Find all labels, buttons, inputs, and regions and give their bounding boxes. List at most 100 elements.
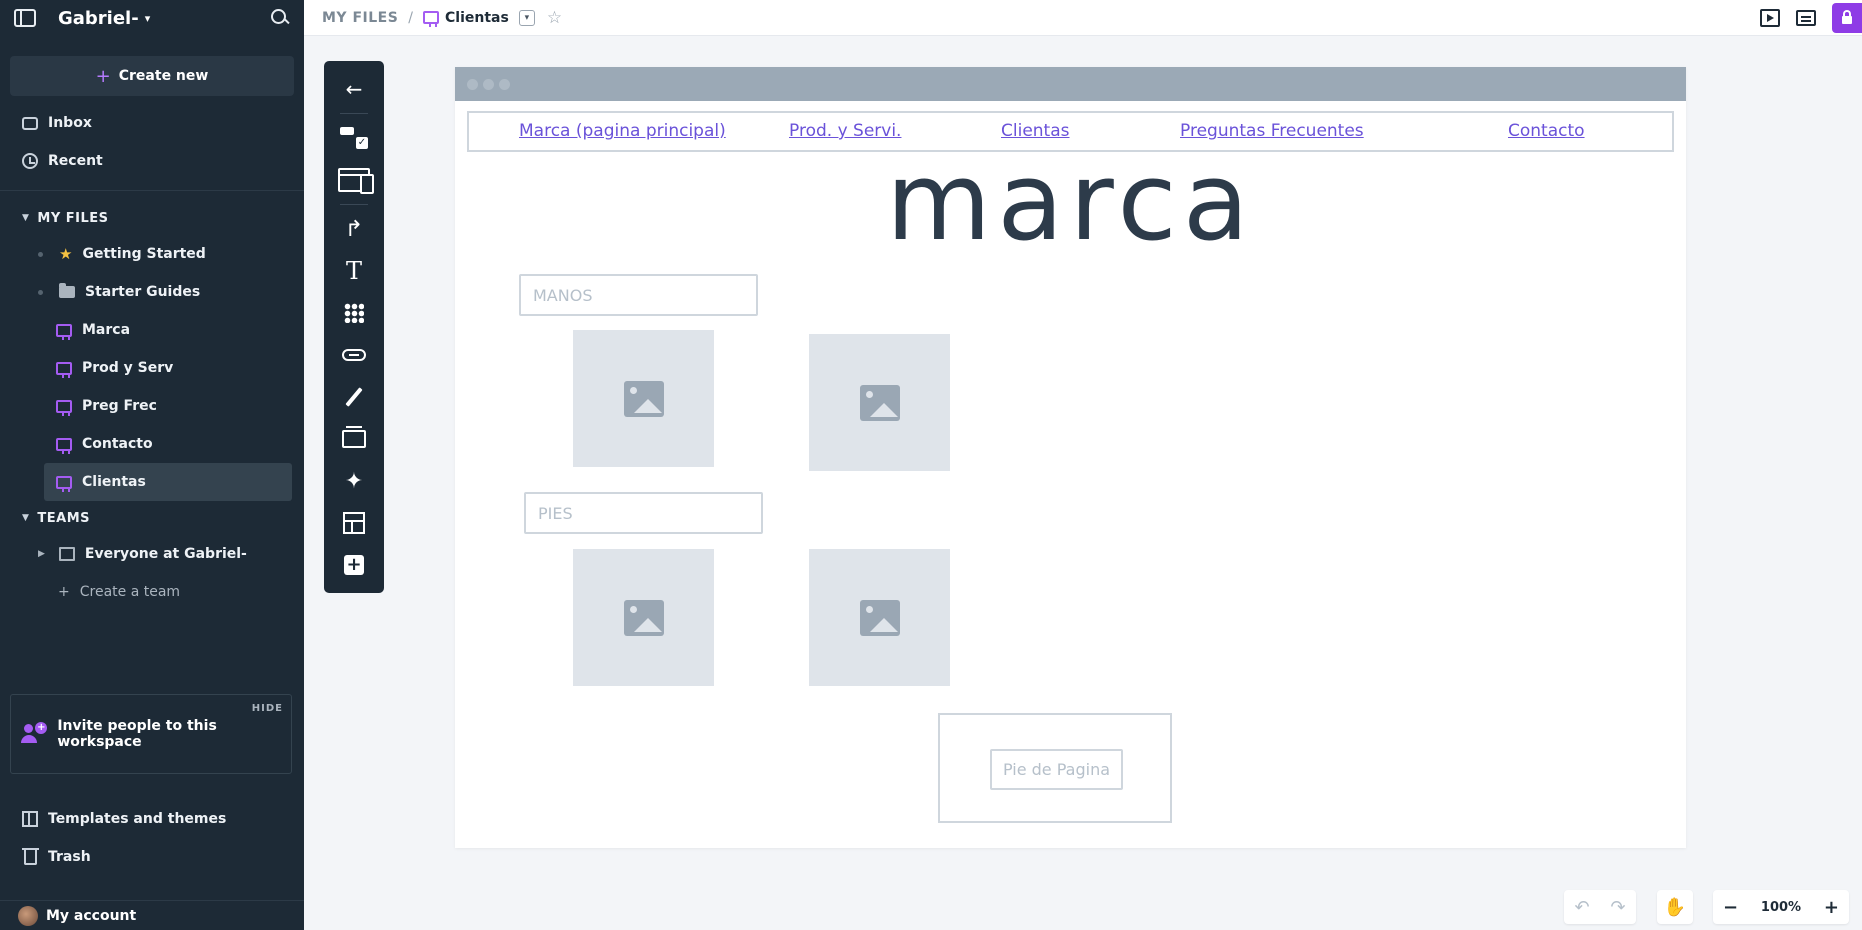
text-tool-icon[interactable]: T — [334, 251, 374, 291]
container-icon[interactable] — [334, 419, 374, 459]
nav-link-prod-servi[interactable]: Prod. y Servi. — [789, 121, 901, 141]
team-everyone[interactable]: ▶ Everyone at Gabriel- — [0, 535, 292, 573]
zoom-level[interactable]: 100% — [1761, 900, 1801, 915]
workspace-switcher[interactable]: Gabriel- ▾ — [58, 8, 150, 29]
comments-icon[interactable] — [1796, 9, 1816, 26]
toggle-sidebar-icon[interactable] — [14, 9, 36, 27]
file-label: Preg Frec — [82, 398, 157, 414]
link-icon[interactable] — [334, 335, 374, 375]
clock-icon — [22, 153, 38, 169]
zoom-out-button[interactable]: − — [1723, 897, 1738, 918]
image-placeholder[interactable] — [573, 549, 714, 686]
image-icon — [859, 384, 900, 421]
lock-icon[interactable] — [1832, 2, 1862, 33]
file-menu-chevron-icon[interactable]: ▾ — [518, 9, 535, 26]
zoom-in-button[interactable]: + — [1824, 897, 1839, 918]
present-icon[interactable] — [1760, 8, 1780, 27]
sidebar-item-templates[interactable]: Templates and themes — [0, 800, 304, 838]
file-prod-y-serv[interactable]: Prod y Serv — [0, 349, 292, 387]
components-icon[interactable] — [334, 118, 374, 158]
image-placeholder[interactable] — [573, 330, 714, 467]
teams-section-toggle[interactable]: ▼ TEAMS — [0, 501, 304, 535]
workspace-name: Gabriel- — [58, 7, 139, 29]
image-icon — [859, 599, 900, 636]
browser-device-icon[interactable] — [334, 160, 374, 200]
window-dot — [483, 78, 494, 90]
nav-link-clientas[interactable]: Clientas — [1001, 121, 1070, 141]
section-label-pies[interactable]: PIES — [524, 492, 763, 534]
browser-titlebar — [455, 67, 1686, 101]
breadcrumb-separator: / — [408, 9, 414, 26]
file-starter-guides[interactable]: Starter Guides — [0, 273, 292, 311]
star-icon: ★ — [59, 245, 73, 263]
ai-sparkle-icon[interactable]: ✦ — [334, 461, 374, 501]
file-contacto[interactable]: Contacto — [0, 425, 292, 463]
file-label: Marca — [82, 322, 131, 338]
brand-heading[interactable]: marca — [455, 149, 1686, 257]
my-files-section-toggle[interactable]: ▼ MY FILES — [0, 201, 304, 235]
sidebar-item-recent[interactable]: Recent — [0, 142, 304, 180]
board-icon — [56, 399, 72, 416]
file-label: Prod y Serv — [82, 360, 174, 376]
layout-icon[interactable] — [334, 503, 374, 543]
create-team-button[interactable]: + Create a team — [0, 573, 304, 611]
divider — [340, 204, 368, 205]
pen-icon[interactable] — [334, 377, 374, 417]
section-label-manos[interactable]: MANOS — [519, 274, 758, 316]
board-icon — [423, 11, 440, 27]
create-new-button[interactable]: + Create new — [10, 56, 294, 96]
nav-link-preguntas[interactable]: Preguntas Frecuentes — [1180, 121, 1364, 141]
grid-dots-icon[interactable] — [334, 293, 374, 333]
caret-right-icon[interactable]: ▶ — [38, 549, 45, 559]
board-icon — [56, 437, 72, 454]
file-clientas[interactable]: Clientas — [44, 463, 292, 501]
board-icon — [56, 361, 72, 378]
sidebar-item-trash[interactable]: Trash — [0, 838, 304, 876]
nav-link-marca[interactable]: Marca (pagina principal) — [519, 121, 726, 141]
breadcrumb-file[interactable]: Clientas — [423, 10, 509, 27]
undo-icon[interactable]: ↶ — [1574, 897, 1589, 918]
bullet-icon — [38, 289, 43, 295]
image-placeholder[interactable] — [809, 334, 950, 471]
connector-arrow-icon[interactable]: ↱ — [334, 209, 374, 249]
file-preg-frec[interactable]: Preg Frec — [0, 387, 292, 425]
folder-icon — [59, 283, 75, 298]
search-icon[interactable] — [270, 8, 290, 28]
plus-icon: + — [58, 584, 70, 600]
window-dot — [467, 78, 478, 90]
invite-card[interactable]: HIDE + Invite people to this workspace — [10, 694, 292, 774]
templates-icon — [22, 811, 38, 827]
add-user-icon: + — [21, 722, 48, 746]
image-icon — [623, 599, 664, 636]
sidebar-header: Gabriel- ▾ — [0, 0, 304, 36]
my-account-button[interactable]: My account — [0, 900, 304, 930]
redo-icon[interactable]: ↷ — [1610, 897, 1625, 918]
divider — [0, 190, 304, 191]
account-label: My account — [46, 907, 137, 924]
sidebar: Gabriel- ▾ + Create new Inbox Recent ▼ M… — [0, 0, 304, 930]
trash-icon — [21, 847, 39, 865]
plus-icon: + — [95, 65, 111, 87]
file-marca[interactable]: Marca — [0, 311, 292, 349]
inbox-icon — [22, 116, 38, 130]
file-getting-started[interactable]: ★ Getting Started — [0, 235, 292, 273]
window-dot — [499, 78, 510, 90]
sidebar-item-label: Recent — [48, 153, 103, 169]
hide-invite-button[interactable]: HIDE — [252, 703, 283, 714]
nav-link-contacto[interactable]: Contacto — [1508, 121, 1585, 141]
image-placeholder[interactable] — [809, 549, 950, 686]
add-tool-icon[interactable]: + — [334, 545, 374, 585]
breadcrumb-root[interactable]: MY FILES — [322, 10, 398, 26]
back-arrow-icon[interactable]: ← — [334, 69, 374, 109]
avatar — [18, 905, 38, 926]
tools-toolbar: ← ↱ T ✦ + — [324, 61, 384, 593]
favorite-star-icon[interactable]: ☆ — [547, 8, 562, 28]
hand-tool-icon[interactable]: ✋ — [1657, 890, 1693, 924]
chevron-down-icon: ▾ — [144, 11, 151, 25]
footer-container[interactable]: Pie de Pagina — [938, 713, 1172, 823]
caret-down-icon: ▼ — [22, 513, 30, 523]
wireframe-browser[interactable]: Marca (pagina principal) Prod. y Servi. … — [455, 67, 1686, 848]
sidebar-item-inbox[interactable]: Inbox — [0, 104, 304, 142]
footer-label[interactable]: Pie de Pagina — [990, 749, 1123, 790]
create-team-label: Create a team — [79, 584, 181, 600]
